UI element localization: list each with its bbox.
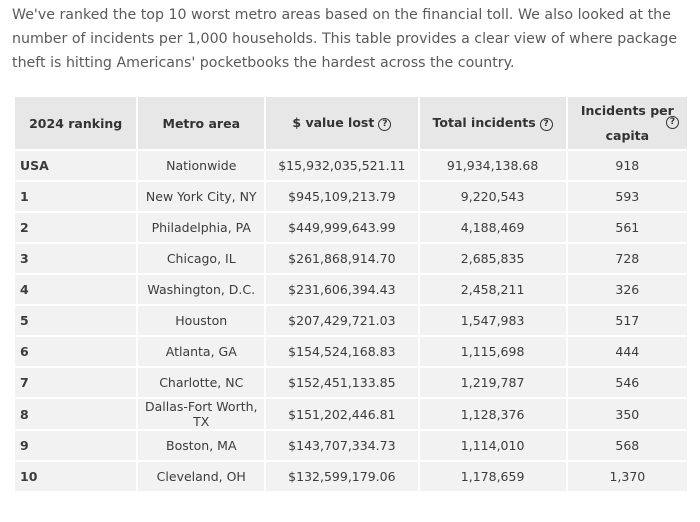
table-row: 6 Atlanta, GA $154,524,168.83 1,115,698 444 <box>15 337 687 366</box>
header-total-incidents: Total incidents? <box>419 97 566 149</box>
total-incidents-cell: 1,178,659 <box>419 462 566 491</box>
total-incidents-cell: 1,115,698 <box>419 337 566 366</box>
rank-cell: 4 <box>15 275 137 304</box>
table-row: 10 Cleveland, OH $132,599,179.06 1,178,659 1… <box>15 462 687 491</box>
rank-cell: USA <box>15 151 137 180</box>
value-lost-help-icon[interactable]: ? <box>378 118 392 131</box>
rank-cell: 5 <box>15 306 137 335</box>
metro-area-cell: Boston, MA <box>138 431 265 460</box>
metro-area-cell: Dallas-Fort Worth, TX <box>138 399 265 429</box>
incidents-per-capita-cell: 593 <box>567 182 687 211</box>
table-body: USA Nationwide $15,932,035,521.11 91,934,13… <box>15 151 687 491</box>
rank-cell: 6 <box>15 337 137 366</box>
total-incidents-cell: 1,547,983 <box>419 306 566 335</box>
incidents-per-capita-cell: 517 <box>567 306 687 335</box>
metro-area-cell: Atlanta, GA <box>138 337 265 366</box>
table-row: 8 Dallas-Fort Worth, TX $151,202,446.81 1,1… <box>15 399 687 429</box>
metro-area-cell: Houston <box>138 306 265 335</box>
total-incidents-cell: 1,114,010 <box>419 431 566 460</box>
incidents-per-capita-cell: 444 <box>567 337 687 366</box>
metro-area-cell: Chicago, IL <box>138 244 265 273</box>
incidents-per-capita-cell: 546 <box>567 368 687 397</box>
value-lost-cell: $152,451,133.85 <box>266 368 418 397</box>
total-incidents-cell: 9,220,543 <box>419 182 566 211</box>
metro-area-cell: Cleveland, OH <box>138 462 265 491</box>
table-row: 9 Boston, MA $143,707,334.73 1,114,010 568 <box>15 431 687 460</box>
rank-cell: 3 <box>15 244 137 273</box>
total-incidents-cell: 1,219,787 <box>419 368 566 397</box>
rank-cell: 8 <box>15 399 137 429</box>
header-value-lost-label: $ value lost <box>292 115 375 130</box>
table-header-row: 2024 ranking Metro area $ value lost? To… <box>15 97 687 149</box>
incidents-per-capita-cell: 326 <box>567 275 687 304</box>
incidents-per-capita-cell: 918 <box>567 151 687 180</box>
table-row: 2 Philadelphia, PA $449,999,643.99 4,188,46… <box>15 213 687 242</box>
total-incidents-cell: 2,458,211 <box>419 275 566 304</box>
package-theft-table: 2024 ranking Metro area $ value lost? To… <box>13 95 689 493</box>
table-row: 1 New York City, NY $945,109,213.79 9,220,5… <box>15 182 687 211</box>
value-lost-cell: $207,429,721.03 <box>266 306 418 335</box>
incidents-per-capita-cell: 568 <box>567 431 687 460</box>
value-lost-cell: $449,999,643.99 <box>266 213 418 242</box>
header-total-incidents-label: Total incidents <box>432 115 536 130</box>
rank-cell: 2 <box>15 213 137 242</box>
table-row: 3 Chicago, IL $261,868,914.70 2,685,835 728 <box>15 244 687 273</box>
total-incidents-cell: 4,188,469 <box>419 213 566 242</box>
value-lost-cell: $132,599,179.06 <box>266 462 418 491</box>
metro-area-cell: New York City, NY <box>138 182 265 211</box>
table-row: USA Nationwide $15,932,035,521.11 91,934,13… <box>15 151 687 180</box>
total-incidents-help-icon[interactable]: ? <box>539 118 553 131</box>
incidents-per-capita-cell: 1,370 <box>567 462 687 491</box>
value-lost-cell: $154,524,168.83 <box>266 337 418 366</box>
value-lost-cell: $231,606,394.43 <box>266 275 418 304</box>
value-lost-cell: $143,707,334.73 <box>266 431 418 460</box>
header-metro-area: Metro area <box>138 97 265 149</box>
header-incidents-per-capita-label: Incidents per capita <box>580 103 674 143</box>
incidents-per-capita-cell: 561 <box>567 213 687 242</box>
total-incidents-cell: 2,685,835 <box>419 244 566 273</box>
incidents-per-capita-cell: 728 <box>567 244 687 273</box>
table-row: 7 Charlotte, NC $152,451,133.85 1,219,787 54… <box>15 368 687 397</box>
metro-area-cell: Nationwide <box>138 151 265 180</box>
value-lost-cell: $261,868,914.70 <box>266 244 418 273</box>
table-row: 4 Washington, D.C. $231,606,394.43 2,458,21… <box>15 275 687 304</box>
metro-area-cell: Philadelphia, PA <box>138 213 265 242</box>
per-capita-help-icon[interactable]: ? <box>666 116 679 129</box>
incidents-per-capita-cell: 350 <box>567 399 687 429</box>
metro-area-cell: Charlotte, NC <box>138 368 265 397</box>
rank-cell: 7 <box>15 368 137 397</box>
rank-cell: 9 <box>15 431 137 460</box>
intro-paragraph: We've ranked the top 10 worst metro area… <box>12 7 678 71</box>
value-lost-cell: $15,932,035,521.11 <box>266 151 418 180</box>
header-incidents-per-capita: Incidents per capita? <box>567 97 687 149</box>
total-incidents-cell: 91,934,138.68 <box>419 151 566 180</box>
rank-cell: 10 <box>15 462 137 491</box>
value-lost-cell: $945,109,213.79 <box>266 182 418 211</box>
table-row: 5 Houston $207,429,721.03 1,547,983 517 <box>15 306 687 335</box>
rank-cell: 1 <box>15 182 137 211</box>
total-incidents-cell: 1,128,376 <box>419 399 566 429</box>
header-ranking: 2024 ranking <box>15 97 137 149</box>
metro-area-cell: Washington, D.C. <box>138 275 265 304</box>
value-lost-cell: $151,202,446.81 <box>266 399 418 429</box>
header-value-lost: $ value lost? <box>266 97 418 149</box>
